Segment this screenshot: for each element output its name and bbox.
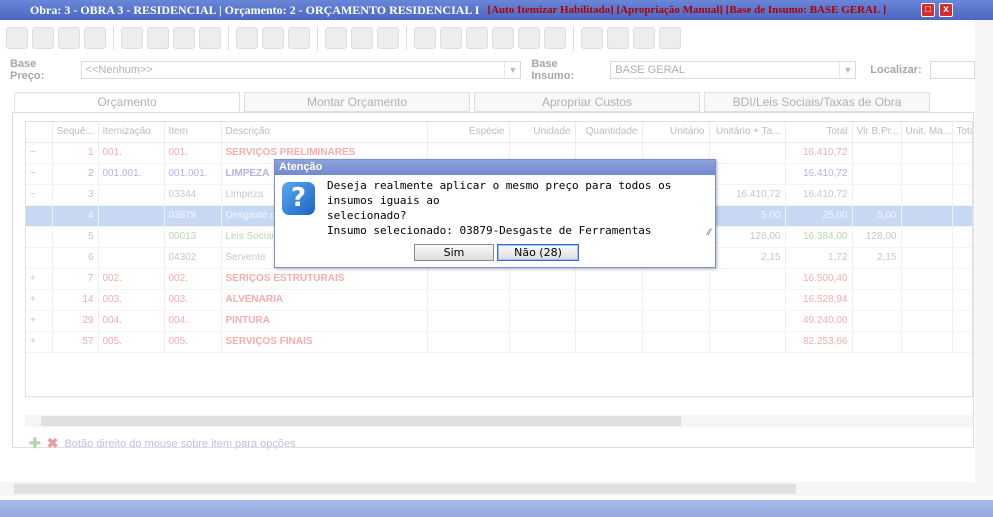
window-flags: [Auto Itemizar Habilitado] [Apropriação … — [487, 4, 887, 16]
restore-icon[interactable]: □ — [921, 3, 935, 17]
confirm-dialog: Atenção ? Deseja realmente aplicar o mes… — [274, 159, 716, 268]
resize-grip-icon[interactable]: ⁄⁄ — [708, 227, 711, 237]
close-icon[interactable]: x — [939, 3, 953, 17]
message-line-3: Insumo selecionado: 03879-Desgaste de Fe… — [327, 224, 652, 237]
message-line-2: selecionado? — [327, 209, 407, 222]
modal-overlay — [0, 20, 993, 517]
no-button[interactable]: Não (28) — [497, 244, 579, 261]
window-titlebar: Obra: 3 - OBRA 3 - RESIDENCIAL | Orçamen… — [0, 0, 993, 20]
dialog-title: Atenção — [275, 160, 715, 175]
yes-button[interactable]: Sim — [414, 244, 494, 261]
window-title: Obra: 3 - OBRA 3 - RESIDENCIAL | Orçamen… — [30, 2, 480, 17]
dialog-message: Deseja realmente aplicar o mesmo preço p… — [327, 178, 715, 238]
message-line-1: Deseja realmente aplicar o mesmo preço p… — [327, 179, 672, 207]
question-icon: ? — [282, 182, 315, 215]
